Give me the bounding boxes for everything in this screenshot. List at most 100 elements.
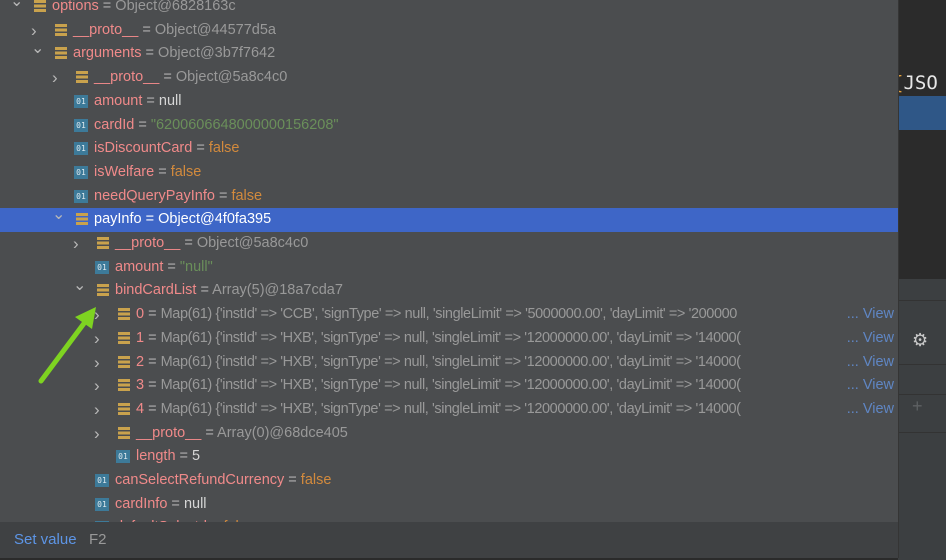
variable-name: canSelectRefundCurrency bbox=[115, 472, 285, 488]
tree-row[interactable]: › __proto__ = Object@44577d5a bbox=[0, 19, 898, 43]
tree-row[interactable]: ⌄ bindCardList = Array(5)@18a7cda7 bbox=[0, 277, 898, 303]
variable-name: needQueryPayInfo bbox=[94, 187, 215, 204]
tree-row[interactable]: 01 cardInfo = null bbox=[0, 493, 898, 517]
variable-value: Object@3b7f7642 bbox=[158, 45, 276, 62]
view-link-label[interactable]: View bbox=[863, 354, 894, 370]
add-watch-icon[interactable]: + bbox=[912, 396, 923, 417]
tree-row[interactable]: › 0 = Map(61) {'instId' => 'CCB', 'signTy… bbox=[0, 303, 898, 327]
tree-row[interactable]: › 4 = Map(61) {'instId' => 'HXB', 'signTy… bbox=[0, 397, 898, 422]
variable-label: canSelectRefundCurrency = false bbox=[115, 472, 332, 488]
view-link[interactable]: ... View bbox=[844, 326, 894, 351]
code-text: JSO bbox=[903, 72, 938, 94]
variable-value: Object@5a8c4c0 bbox=[175, 69, 288, 86]
object-icon bbox=[76, 71, 88, 84]
tree-row[interactable]: › 3 = Map(61) {'instId' => 'HXB', 'signTy… bbox=[0, 374, 898, 398]
variable-label: __proto__ = Array(0)@68dce405 bbox=[136, 424, 348, 441]
variable-name: 0 bbox=[136, 306, 145, 323]
chevron-right-icon[interactable]: › bbox=[94, 374, 104, 398]
editor-line-highlight bbox=[898, 96, 946, 130]
chevron-right-icon[interactable]: › bbox=[94, 422, 104, 446]
tree-row[interactable]: ⌄ options = Object@6828163c bbox=[0, 0, 898, 19]
set-value-link[interactable]: Set value bbox=[14, 531, 77, 548]
variable-name: 1 bbox=[136, 329, 145, 346]
variable-value: Array(0)@68dce405 bbox=[217, 424, 348, 441]
variable-label: arguments = Object@3b7f7642 bbox=[73, 45, 276, 62]
variable-value: false bbox=[208, 140, 240, 157]
variable-value: null bbox=[183, 495, 207, 512]
tree-row[interactable]: 01 canSelectRefundCurrency = false bbox=[0, 469, 898, 493]
variable-label: 0 = Map(61) {'instId' => 'CCB', 'signTyp… bbox=[136, 306, 737, 323]
editor-code-line: {JSO bbox=[892, 72, 938, 94]
chevron-right-icon[interactable]: › bbox=[73, 232, 83, 256]
variable-name: isDiscountCard bbox=[94, 140, 193, 157]
variable-name: 3 bbox=[136, 377, 145, 394]
variable-tree[interactable]: ⌄ options = Object@6828163c › __proto__ = O… bbox=[0, 0, 898, 522]
tree-row[interactable]: › __proto__ = Object@5a8c4c0 bbox=[0, 66, 898, 90]
chevron-down-icon[interactable]: ⌄ bbox=[10, 0, 23, 14]
object-icon bbox=[55, 47, 67, 60]
tree-row[interactable]: 01 amount = "null" bbox=[0, 256, 898, 280]
chevron-right-icon[interactable]: › bbox=[52, 66, 62, 90]
view-link[interactable]: ... View bbox=[844, 397, 894, 422]
variable-value: Object@5a8c4c0 bbox=[196, 235, 309, 251]
primitive-icon: 01 bbox=[116, 450, 130, 464]
variable-value: Object@4f0fa395 bbox=[158, 211, 272, 228]
variable-value: "6200606648000000156208" bbox=[150, 116, 339, 133]
view-link-label[interactable]: View bbox=[863, 330, 894, 346]
variable-value: Map(61) {'instId' => 'HXB', 'signType' =… bbox=[160, 377, 741, 394]
tree-row[interactable]: ⌄ payInfo = Object@4f0fa395 bbox=[0, 206, 898, 232]
chevron-right-icon[interactable]: › bbox=[94, 303, 104, 327]
variable-label: isWelfare = false bbox=[94, 163, 202, 180]
primitive-icon: 01 bbox=[74, 142, 88, 156]
variable-name: 2 bbox=[136, 353, 145, 370]
variable-name: __proto__ bbox=[115, 235, 181, 251]
primitive-icon: 01 bbox=[95, 474, 109, 487]
variable-name: amount bbox=[115, 258, 164, 275]
tree-row[interactable]: 01 length = 5 bbox=[0, 445, 898, 469]
tree-row[interactable]: › 2 = Map(61) {'instId' => 'HXB', 'signTy… bbox=[0, 350, 898, 375]
object-icon bbox=[97, 237, 109, 249]
chevron-down-icon[interactable]: ⌄ bbox=[31, 37, 44, 61]
debugger-side-panel: ⚙ + bbox=[898, 278, 946, 560]
object-icon bbox=[34, 0, 46, 12]
primitive-icon: 01 bbox=[95, 260, 109, 274]
view-link-label[interactable]: View bbox=[863, 377, 894, 393]
view-link[interactable]: ... View bbox=[844, 374, 894, 398]
variable-value: Map(61) {'instId' => 'HXB', 'signType' =… bbox=[160, 353, 741, 370]
variable-value: "null" bbox=[179, 258, 213, 275]
tree-row[interactable]: ⌄ arguments = Object@3b7f7642 bbox=[0, 40, 898, 66]
variable-label: 1 = Map(61) {'instId' => 'HXB', 'signTyp… bbox=[136, 329, 741, 346]
tree-row[interactable]: › __proto__ = Array(0)@68dce405 bbox=[0, 422, 898, 446]
chevron-right-icon[interactable]: › bbox=[94, 351, 104, 375]
chevron-down-icon[interactable]: ⌄ bbox=[52, 203, 65, 227]
variable-label: 4 = Map(61) {'instId' => 'HXB', 'signTyp… bbox=[136, 400, 741, 417]
variable-label: cardInfo = null bbox=[115, 495, 207, 512]
variable-label: 3 = Map(61) {'instId' => 'HXB', 'signTyp… bbox=[136, 377, 741, 394]
tree-row[interactable]: 01 isWelfare = false bbox=[0, 161, 898, 185]
object-icon bbox=[118, 426, 130, 439]
variable-label: __proto__ = Object@5a8c4c0 bbox=[94, 69, 288, 86]
view-link-label[interactable]: View bbox=[863, 401, 894, 417]
tree-row[interactable]: 01 cardId = "6200606648000000156208" bbox=[0, 114, 898, 138]
shortcut-label: F2 bbox=[89, 531, 107, 548]
view-link[interactable]: ... View bbox=[844, 303, 894, 327]
variable-label: __proto__ = Object@5a8c4c0 bbox=[115, 235, 309, 251]
tree-row[interactable]: › 1 = Map(61) {'instId' => 'HXB', 'signTy… bbox=[0, 326, 898, 351]
popup-footer: Set value F2 bbox=[0, 522, 898, 558]
gear-icon[interactable]: ⚙ bbox=[912, 330, 928, 351]
view-link[interactable]: ... View bbox=[844, 350, 894, 375]
tree-row[interactable]: 01 isDiscountCard = false bbox=[0, 137, 898, 161]
variable-label: options = Object@6828163c bbox=[52, 0, 236, 14]
object-icon bbox=[76, 213, 88, 226]
chevron-right-icon[interactable]: › bbox=[94, 398, 104, 422]
object-icon bbox=[118, 331, 130, 344]
view-link-label[interactable]: View bbox=[863, 306, 894, 322]
variable-label: needQueryPayInfo = false bbox=[94, 187, 263, 204]
tree-row[interactable]: 01 needQueryPayInfo = false bbox=[0, 185, 898, 209]
primitive-icon: 01 bbox=[74, 165, 88, 179]
variable-value: false bbox=[170, 163, 202, 180]
chevron-down-icon[interactable]: ⌄ bbox=[73, 274, 86, 298]
tree-row[interactable]: › __proto__ = Object@5a8c4c0 bbox=[0, 232, 898, 256]
tree-row[interactable]: 01 amount = null bbox=[0, 90, 898, 114]
chevron-right-icon[interactable]: › bbox=[94, 327, 104, 351]
